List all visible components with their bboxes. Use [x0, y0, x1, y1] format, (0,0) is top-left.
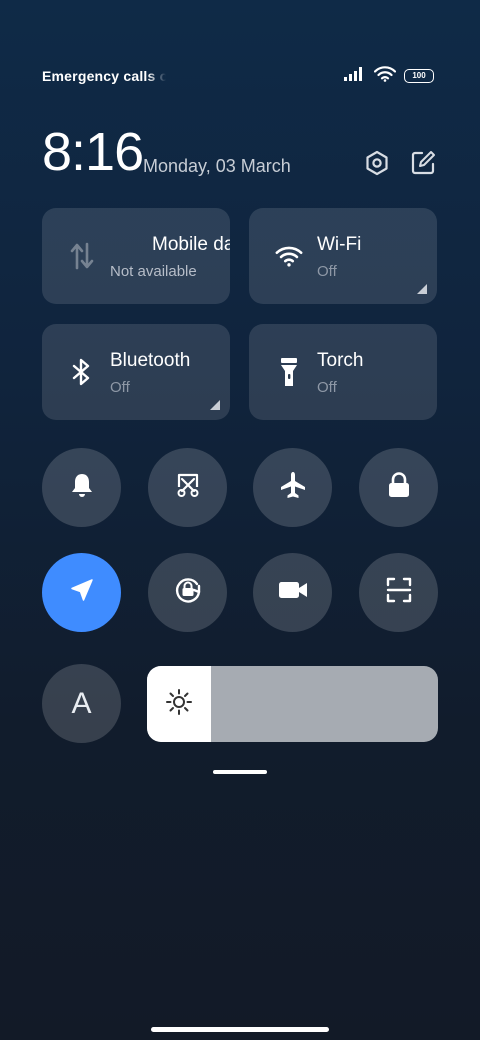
carrier-text: Emergency calls only [42, 68, 166, 84]
expand-corner-icon[interactable] [210, 400, 220, 410]
tile-wifi[interactable]: Wi-Fi Off [249, 208, 437, 304]
signal-bars-icon [344, 66, 366, 86]
panel-drag-handle[interactable] [213, 770, 267, 774]
screenshot-icon [174, 471, 202, 504]
clock-date: Monday, 03 March [143, 156, 291, 176]
expand-corner-icon[interactable] [417, 284, 427, 294]
toggle-scanner[interactable] [359, 553, 438, 632]
location-icon [69, 577, 95, 608]
battery-icon: 100 [404, 69, 434, 83]
header-actions [364, 150, 436, 181]
lock-icon [386, 471, 412, 504]
brightness-slider[interactable] [147, 666, 438, 742]
scan-icon [385, 576, 413, 609]
tile-torch-status: Off [317, 379, 337, 396]
sun-icon [165, 688, 193, 721]
toggle-rotation-lock[interactable] [148, 553, 227, 632]
tile-bluetooth-status: Off [110, 379, 130, 396]
tile-torch[interactable]: Torch Off [249, 324, 437, 420]
tile-mobile-data[interactable]: Mobile data Not available [42, 208, 230, 304]
auto-brightness-button[interactable]: A [42, 664, 121, 743]
settings-icon[interactable] [364, 150, 390, 181]
toggle-screen-recorder[interactable] [253, 553, 332, 632]
home-indicator[interactable] [151, 1027, 329, 1032]
toggle-location[interactable] [42, 553, 121, 632]
toggle-silent[interactable] [42, 448, 121, 527]
toggle-airplane-mode[interactable] [253, 448, 332, 527]
auto-brightness-label: A [71, 686, 92, 720]
video-camera-icon [277, 578, 309, 607]
airplane-icon [278, 470, 308, 505]
edit-icon[interactable] [410, 150, 436, 181]
toggle-lock-screen[interactable] [359, 448, 438, 527]
clock-time: 8:16 [42, 122, 144, 182]
flashlight-icon [275, 356, 303, 388]
rotation-lock-icon [171, 573, 205, 612]
status-icons: 100 [344, 65, 434, 87]
tile-bluetooth-title: Bluetooth [110, 350, 191, 371]
tile-wifi-title: Wi-Fi [317, 234, 362, 255]
control-center-header: 8:16 Monday, 03 March [42, 122, 436, 182]
tile-wifi-status: Off [317, 263, 337, 280]
mobile-data-icon [68, 240, 96, 272]
bell-icon [68, 471, 96, 504]
bluetooth-icon [68, 356, 96, 388]
wifi-status-icon [373, 65, 397, 87]
toggle-screenshot[interactable] [148, 448, 227, 527]
tile-mobile-data-status: Not available [110, 263, 197, 280]
tile-torch-title: Torch [317, 350, 364, 371]
tile-mobile-data-title: Mobile data [152, 234, 230, 255]
brightness-slider-fill[interactable] [147, 666, 211, 742]
status-bar: Emergency calls only 100 [42, 64, 434, 88]
tile-bluetooth[interactable]: Bluetooth Off [42, 324, 230, 420]
wifi-icon [275, 240, 303, 272]
